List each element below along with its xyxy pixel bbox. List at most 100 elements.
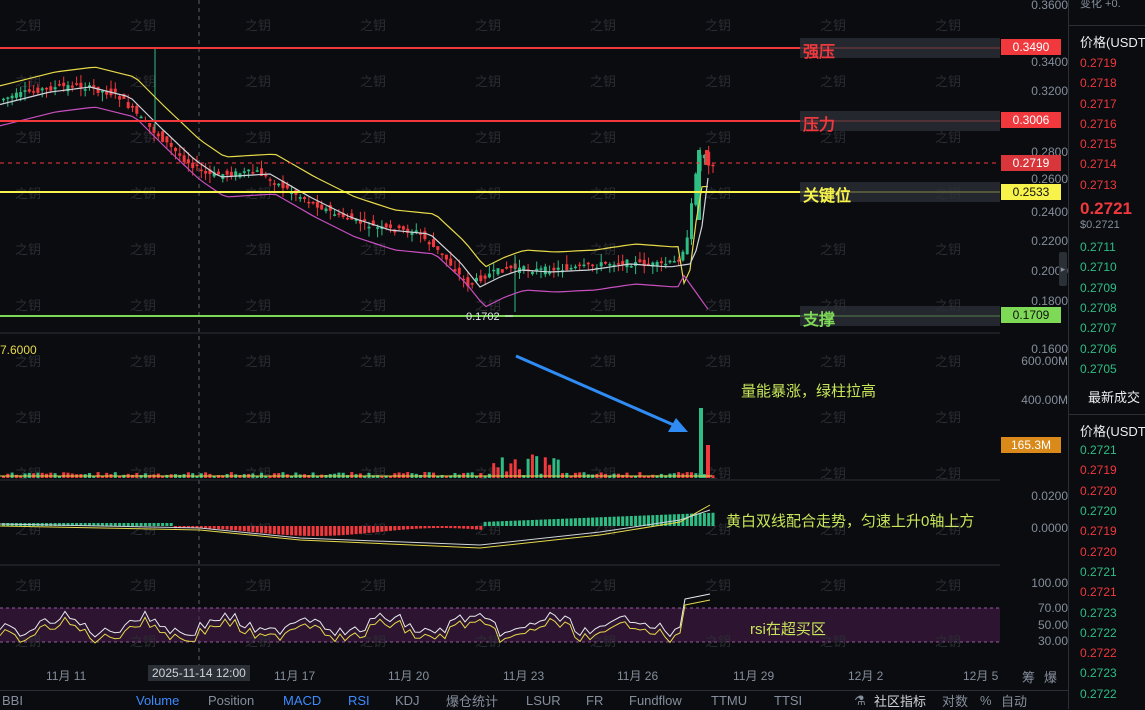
- price-row[interactable]: 0.2723: [1069, 663, 1145, 683]
- tab-liquidation-stats[interactable]: 爆仓统计: [446, 691, 526, 710]
- macd-bar: [522, 520, 526, 526]
- price-row[interactable]: 0.2713: [1069, 175, 1145, 195]
- price-row[interactable]: 0.2706: [1069, 339, 1145, 359]
- auto-toggle[interactable]: 自动: [1001, 691, 1031, 710]
- price-row[interactable]: 0.2721: [1069, 562, 1145, 582]
- price-row[interactable]: 0.2723: [1069, 603, 1145, 623]
- candle-body: [156, 133, 160, 137]
- macd-bar: [105, 523, 109, 526]
- price-row[interactable]: 0.2719: [1069, 521, 1145, 541]
- candle-body: [311, 201, 315, 204]
- macd-bar: [470, 526, 474, 530]
- log-toggle[interactable]: 对数: [942, 691, 980, 710]
- price-row[interactable]: 0.2716: [1069, 114, 1145, 134]
- tab-rsi[interactable]: RSI: [348, 693, 395, 708]
- resistance-tag: 0.3006: [1001, 112, 1061, 128]
- chart-area[interactable]: 之钥 之钥 之钥 之钥 之钥 之钥 之钥 之钥 之钥 之钥 之钥 之钥 之钥 之钥 之钥 之钥 之钥 之钥 之钥 之钥…: [0, 0, 1000, 690]
- tab-lsur[interactable]: LSUR: [526, 693, 586, 708]
- liquidation-button[interactable]: 爆: [1044, 667, 1057, 686]
- tab-fundflow[interactable]: Fundflow: [629, 693, 711, 708]
- price-row[interactable]: 0.2718: [1069, 73, 1145, 93]
- candle-body: [565, 264, 569, 271]
- macd-bar: [509, 520, 513, 526]
- candle-body: [272, 183, 276, 185]
- watermark: 之钥: [360, 578, 386, 593]
- watermark: 之钥: [820, 578, 846, 593]
- tab-volume[interactable]: Volume: [136, 693, 208, 708]
- price-row[interactable]: 0.2722: [1069, 643, 1145, 663]
- volume-bar: [505, 471, 509, 478]
- price-row[interactable]: 0.2705: [1069, 359, 1145, 379]
- community-icon[interactable]: ⚗: [854, 693, 874, 709]
- macd-bar: [277, 526, 281, 535]
- macd-bar: [260, 526, 263, 533]
- macd-bar: [247, 526, 251, 532]
- price-row[interactable]: 0.2719: [1069, 460, 1145, 480]
- volume-bar: [440, 475, 444, 478]
- price-row[interactable]: 0.2711: [1069, 237, 1145, 257]
- tab-ttmu[interactable]: TTMU: [711, 693, 774, 708]
- price-row[interactable]: 0.2707: [1069, 318, 1145, 338]
- trades-header: 价格(USDT: [1080, 424, 1145, 440]
- price-row[interactable]: 0.2709: [1069, 278, 1145, 298]
- watermark: 之钥: [705, 18, 731, 33]
- candle-body: [27, 89, 31, 92]
- watermark: 之钥: [705, 578, 731, 593]
- watermark: 之钥: [705, 410, 731, 425]
- price-row[interactable]: 0.2714: [1069, 154, 1145, 174]
- macd-bar: [350, 526, 354, 535]
- macd-bar: [582, 517, 586, 526]
- price-axis[interactable]: 0.3600 0.3400 0.3200 0.2800 0.2600 0.240…: [1000, 0, 1068, 690]
- price-row[interactable]: 0.2721: [1069, 582, 1145, 602]
- price-row[interactable]: 0.2722: [1069, 684, 1145, 704]
- price-row[interactable]: 0.2720: [1069, 501, 1145, 521]
- tab-position[interactable]: Position: [208, 693, 283, 708]
- chip-button[interactable]: 筹: [1022, 667, 1035, 686]
- macd-bar: [655, 514, 659, 526]
- tab-macd[interactable]: MACD: [283, 693, 348, 708]
- price-row[interactable]: 0.2708: [1069, 298, 1145, 318]
- tab-fr[interactable]: FR: [586, 693, 629, 708]
- percent-toggle[interactable]: %: [980, 693, 1001, 708]
- chart-canvas[interactable]: 之钥 之钥 之钥 之钥 之钥 之钥 之钥 之钥 之钥之钥 之钥 之钥 之钥 之钥 之钥 之钥 之钥 之钥之钥 之钥…: [0, 0, 1000, 690]
- tab-community-indicators[interactable]: 社区指标: [874, 691, 942, 710]
- volume-bar: [337, 472, 341, 478]
- macd-bar: [604, 517, 607, 526]
- volume-bar: [565, 472, 569, 478]
- price-row[interactable]: 0.2721: [1069, 440, 1145, 460]
- tab-ttsi[interactable]: TTSI: [774, 693, 854, 708]
- candle-body: [174, 147, 177, 152]
- macd-bar: [328, 526, 332, 536]
- candle-body: [556, 267, 560, 270]
- tab-bbi[interactable]: BBI: [2, 693, 136, 708]
- macd-bar: [113, 523, 117, 526]
- watermark: 之钥: [705, 634, 731, 649]
- macd-bar: [414, 526, 418, 529]
- trades-title[interactable]: 最新成交: [1069, 387, 1145, 406]
- price-row[interactable]: 0.2720: [1069, 542, 1145, 562]
- macd-bar: [539, 519, 543, 526]
- price-row[interactable]: 0.2715: [1069, 134, 1145, 154]
- scroll-handle[interactable]: ▸: [1059, 252, 1067, 286]
- macd-bar: [358, 526, 362, 534]
- trades-list: 0.2721 0.2719 0.2720 0.2720 0.2719 0.2720 0.27…: [1069, 440, 1145, 704]
- macd-bar: [152, 523, 156, 526]
- macd-bar: [264, 526, 268, 534]
- last-price: 0.2721: [1080, 199, 1132, 219]
- candle-body: [363, 219, 367, 221]
- candle-body: [470, 283, 474, 285]
- price-row[interactable]: 0.2717: [1069, 94, 1145, 114]
- volume-bar: [677, 472, 681, 478]
- macd-bar: [281, 526, 285, 535]
- macd-bar: [698, 513, 702, 526]
- price-row[interactable]: 0.2722: [1069, 623, 1145, 643]
- macd-bar: [311, 526, 315, 536]
- price-row[interactable]: 0.2719: [1069, 53, 1145, 73]
- tab-kdj[interactable]: KDJ: [395, 693, 446, 708]
- macd-bar: [591, 517, 595, 526]
- macd-bar: [341, 526, 345, 536]
- indicator-tabs: BBI Volume Position MACD RSI KDJ 爆仓统计 LS…: [0, 690, 1068, 710]
- low-marker: 0.1702: [466, 311, 500, 323]
- price-row[interactable]: 0.2720: [1069, 481, 1145, 501]
- price-row[interactable]: 0.2710: [1069, 257, 1145, 277]
